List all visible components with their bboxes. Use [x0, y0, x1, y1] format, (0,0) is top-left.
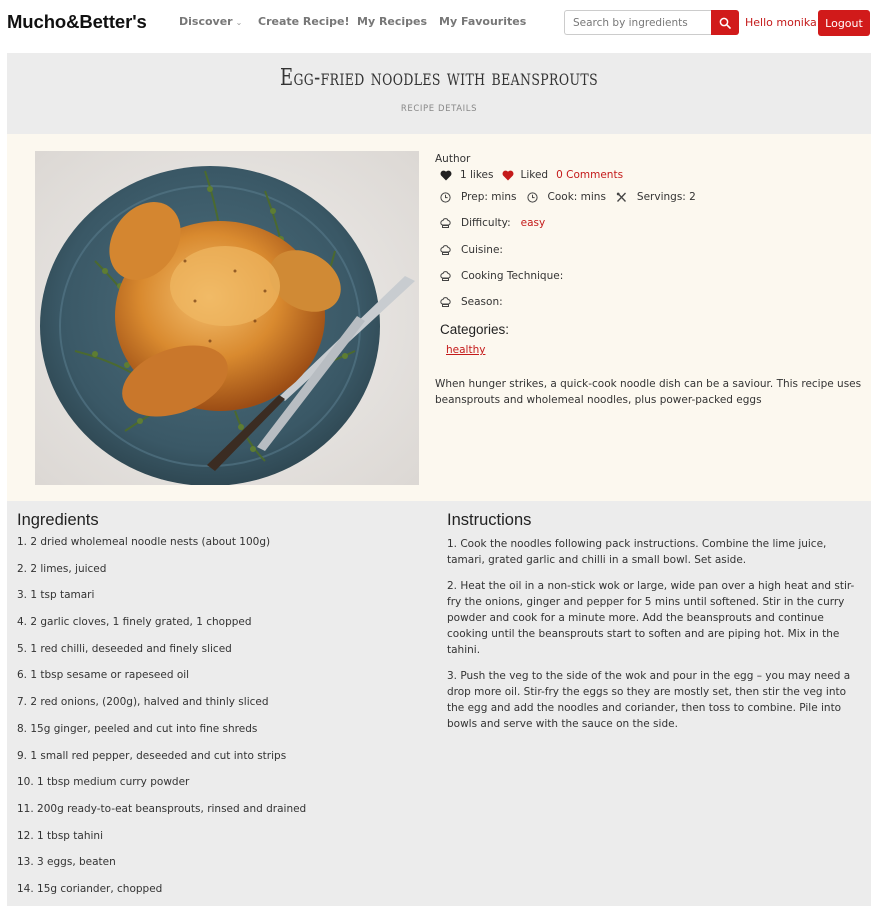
brand-logo[interactable]: Mucho&Better's	[7, 11, 147, 33]
likes-count: 1 likes	[460, 169, 494, 181]
ingredients-heading: Ingredients	[17, 511, 99, 529]
difficulty-label: Difficulty:	[461, 217, 511, 229]
ingredient-item: 14. 15g coriander, chopped	[17, 882, 163, 895]
nav-discover[interactable]: Discover ⌄	[179, 15, 242, 28]
clock-icon	[526, 191, 538, 203]
heart-icon	[440, 170, 452, 180]
liked-label: Liked	[520, 169, 549, 181]
difficulty-row: Difficulty: easy	[440, 217, 545, 229]
ingredient-item: 3. 1 tsp tamari	[17, 589, 95, 602]
chef-hat-icon	[440, 217, 451, 228]
recipe-detail-section: Author 1 likes Liked 0 Comments Prep: mi…	[7, 134, 871, 501]
ingredient-item: 9. 1 small red pepper, deseeded and cut …	[17, 749, 287, 762]
chef-hat-icon	[440, 296, 451, 307]
prep-time: Prep: mins	[461, 191, 517, 203]
servings: Servings: 2	[636, 191, 696, 203]
roast-chicken-photo-icon	[35, 151, 419, 485]
ingredient-item: 2. 2 limes, juiced	[17, 562, 107, 575]
technique-row: Cooking Technique:	[440, 270, 563, 282]
ingredient-item: 1. 2 dried wholemeal noodle nests (about…	[17, 536, 271, 548]
logout-button[interactable]: Logout	[818, 10, 870, 36]
cuisine-row: Cuisine:	[440, 244, 503, 256]
ingredient-item: 13. 3 eggs, beaten	[17, 856, 116, 869]
categories-heading: Categories:	[440, 322, 510, 337]
chevron-down-icon: ⌄	[235, 18, 243, 27]
nav-create-recipe[interactable]: Create Recipe!	[258, 15, 350, 28]
ingredient-item: 7. 2 red onions, (200g), halved and thin…	[17, 696, 269, 709]
ingredient-item: 5. 1 red chilli, deseeded and finely sli…	[17, 642, 232, 655]
technique-label: Cooking Technique:	[461, 270, 564, 282]
recipe-content-section: Ingredients 1. 2 dried wholemeal noodle …	[7, 501, 871, 906]
comments-link[interactable]: 0 Comments	[556, 169, 623, 181]
top-navbar: Mucho&Better's Discover ⌄ Create Recipe! …	[0, 0, 877, 46]
recipe-title-band: Egg-fried noodles with beansprouts RECIP…	[7, 53, 871, 134]
instruction-step: 3. Push the veg to the side of the wok a…	[447, 670, 851, 730]
liked-heart-icon[interactable]	[502, 170, 514, 181]
recipe-title: Egg-fried noodles with beansprouts	[279, 65, 599, 91]
nav-discover-label: Discover	[179, 15, 233, 28]
ingredient-item: 11. 200g ready-to-eat beansprouts, rinse…	[17, 802, 307, 815]
chef-hat-icon	[440, 244, 451, 255]
season-label: Season:	[461, 296, 503, 308]
season-row: Season:	[440, 296, 503, 308]
instruction-step: 1. Cook the noodles following pack instr…	[447, 538, 827, 566]
ingredient-item: 8. 15g ginger, peeled and cut into fine …	[17, 722, 258, 735]
recipe-description: When hunger strikes, a quick-cook noodle…	[435, 378, 862, 406]
category-tag-healthy[interactable]: healthy	[446, 344, 485, 356]
recipe-subtitle: RECIPE DETAILS	[400, 104, 478, 114]
search-icon	[719, 17, 731, 29]
nav-my-favourites[interactable]: My Favourites	[439, 15, 526, 28]
instructions-heading: Instructions	[447, 511, 532, 529]
chef-hat-icon	[440, 270, 451, 281]
user-greeting: Hello monika!	[745, 16, 822, 29]
recipe-photo	[35, 151, 419, 485]
utensils-icon	[616, 192, 626, 202]
ingredient-item: 10. 1 tbsp medium curry powder	[17, 776, 190, 789]
search-button[interactable]	[711, 10, 739, 35]
instruction-step: 2. Heat the oil in a non-stick wok or la…	[447, 580, 855, 656]
ingredient-item: 6. 1 tbsp sesame or rapeseed oil	[17, 669, 190, 682]
search-input[interactable]	[564, 10, 711, 35]
cook-time: Cook: mins	[547, 191, 606, 203]
ingredient-item: 4. 2 garlic cloves, 1 finely grated, 1 c…	[17, 616, 252, 629]
difficulty-value: easy	[520, 217, 546, 229]
time-row: Prep: mins Cook: mins Servings: 2	[440, 191, 696, 203]
clock-icon	[440, 191, 451, 203]
author-label: Author	[435, 153, 471, 165]
nav-my-recipes[interactable]: My Recipes	[357, 15, 427, 28]
ingredient-item: 12. 1 tbsp tahini	[17, 829, 104, 842]
instructions-list: 1. Cook the noodles following pack instr…	[447, 536, 861, 742]
ingredients-list: 1. 2 dried wholemeal noodle nests (about…	[17, 536, 427, 906]
likes-row: 1 likes Liked 0 Comments	[440, 169, 623, 181]
cuisine-label: Cuisine:	[461, 244, 503, 256]
